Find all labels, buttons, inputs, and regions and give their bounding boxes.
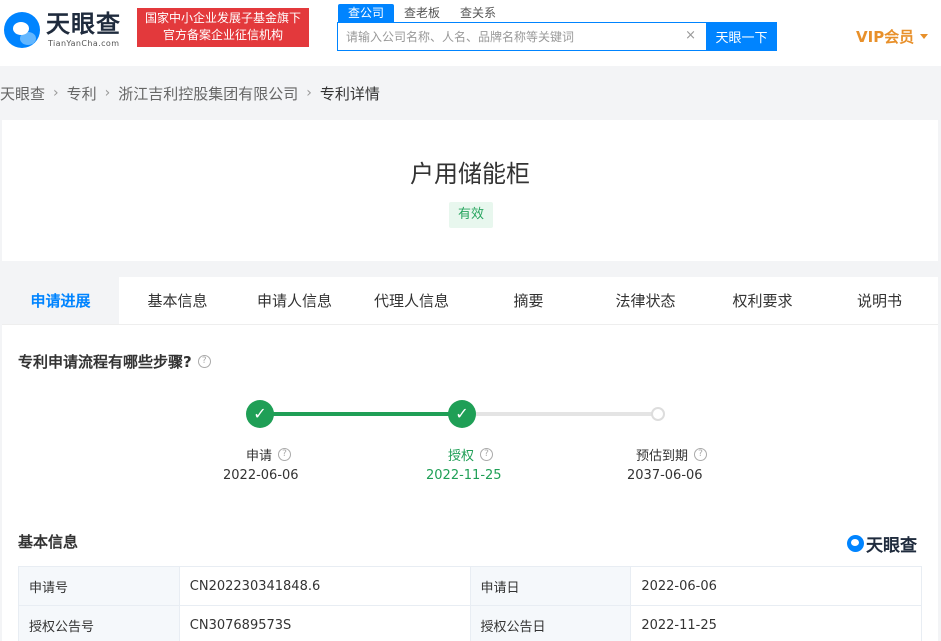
search-input[interactable] [338,23,678,50]
watermark-logo-text: 天眼查 [866,536,917,556]
patent-title-card: 户用储能柜 有效 [2,120,938,261]
search-tab-company[interactable]: 查公司 [338,4,395,22]
tab-basic-info[interactable]: 基本信息 [119,277,236,324]
step-expire-text: 预估到期 [636,449,689,464]
question-icon[interactable]: ? [278,448,292,461]
breadcrumb-company[interactable]: 浙江吉利控股集团有限公司 [118,83,298,104]
vip-label: VIP会员 [856,28,915,46]
table-row: 申请号 CN202230341848.6 申请日 2022-06-06 [18,566,922,606]
breadcrumb-current: 专利详情 [319,84,380,103]
logo-icon [847,535,864,552]
clear-icon[interactable]: × [685,29,696,43]
search-button[interactable]: 天眼一下 [706,22,777,51]
search-box: × [337,22,707,51]
logo-subtext: TianYanCha.com [48,39,120,48]
progress-line-pending [462,412,658,416]
breadcrumb-home[interactable]: 天眼查 [0,83,45,104]
search-tab-relation[interactable]: 查关系 [450,4,506,22]
vip-menu[interactable]: VIP会员 [856,26,929,47]
breadcrumb-patent[interactable]: 专利 [67,83,97,104]
progress-timeline: ✓ ✓ 申请 ? 2022-06-06 授权 ? 2022-11-25 预估到期… [2,395,938,495]
basic-info-table: 申请号 CN202230341848.6 申请日 2022-06-06 授权公告… [18,566,922,641]
step-grant-text: 授权 [448,449,475,464]
progress-title-text: 专利申请流程有哪些步骤? [18,353,192,371]
logo-text: 天眼查 [46,10,121,38]
progress-line-done [260,412,462,416]
tab-abstract[interactable]: 摘要 [470,277,587,324]
check-icon: ✓ [246,400,274,428]
tab-description[interactable]: 说明书 [821,277,938,324]
pending-dot-icon [651,407,665,421]
table-key: 申请号 [18,566,180,606]
badge-line-2: 官方备案企业征信机构 [162,28,283,42]
table-value: 2022-06-06 [630,566,922,606]
question-icon[interactable]: ? [480,448,494,461]
breadcrumb: 天眼查 › 专利 › 浙江吉利控股集团有限公司 › 专利详情 [0,82,380,104]
chevron-right-icon: › [306,85,312,101]
table-value: 2022-11-25 [630,605,922,641]
step-apply-text: 申请 [246,449,273,464]
tianyancha-logo[interactable]: 天眼查 TianYanCha.com [4,10,132,52]
table-key: 授权公告日 [469,605,632,641]
logo-icon [4,12,40,48]
patent-title: 户用储能柜 [410,160,530,188]
basic-info-title: 基本信息 [18,533,79,551]
tab-progress[interactable]: 申请进展 [2,277,119,324]
tianyancha-watermark-logo: 天眼查 [847,531,917,556]
tab-agent[interactable]: 代理人信息 [353,277,470,324]
badge-line-1: 国家中小企业发展子基金旗下 [144,11,301,25]
search-tabs: 查公司 查老板 查关系 [338,4,506,22]
step-label-expire: 预估到期 ? [636,445,708,464]
table-row: 授权公告号 CN307689573S 授权公告日 2022-11-25 [18,605,922,641]
detail-tabs: 申请进展 基本信息 申请人信息 代理人信息 摘要 法律状态 权利要求 说明书 [2,277,938,325]
question-icon[interactable]: ? [197,355,211,368]
chevron-right-icon: › [53,85,59,101]
chevron-down-icon [920,34,929,39]
step-date-apply: 2022-06-06 [223,468,299,483]
question-icon[interactable]: ? [694,448,708,461]
official-badge[interactable]: 国家中小企业发展子基金旗下 官方备案企业征信机构 [137,8,309,47]
tab-claims[interactable]: 权利要求 [704,277,821,324]
progress-section-title: 专利申请流程有哪些步骤? ? [18,351,211,372]
tab-legal-status[interactable]: 法律状态 [587,277,704,324]
main-content: 专利申请流程有哪些步骤? ? ✓ ✓ 申请 ? 2022-06-06 授权 ? … [2,325,938,641]
tab-applicant[interactable]: 申请人信息 [236,277,353,324]
chevron-right-icon: › [104,85,111,101]
table-value: CN202230341848.6 [178,566,471,606]
search-tab-boss[interactable]: 查老板 [394,4,450,22]
step-date-expire: 2037-06-06 [627,468,703,483]
step-date-grant: 2022-11-25 [426,468,502,483]
table-value: CN307689573S [178,605,471,641]
top-header: 天眼查 TianYanCha.com 国家中小企业发展子基金旗下 官方备案企业征… [0,0,941,66]
status-badge: 有效 [449,202,493,228]
check-icon: ✓ [448,400,476,428]
step-label-grant: 授权 ? [448,445,494,464]
step-label-apply: 申请 ? [246,445,292,464]
table-key: 申请日 [469,566,632,606]
table-key: 授权公告号 [18,605,180,641]
